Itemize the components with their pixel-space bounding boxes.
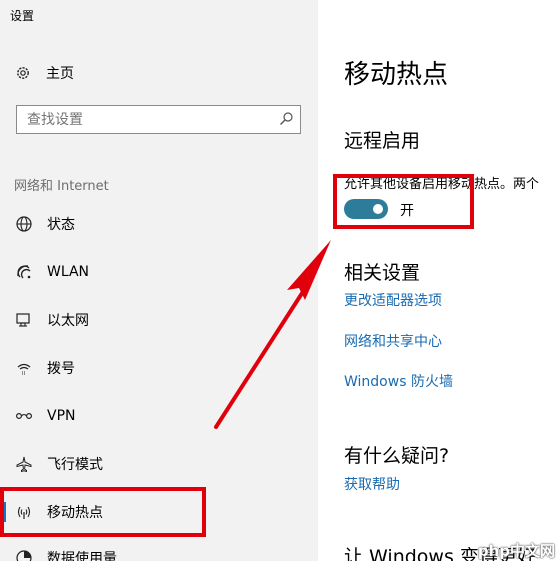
search-icon[interactable] xyxy=(278,111,294,127)
vpn-icon xyxy=(14,406,34,426)
sidebar-item-data-usage[interactable]: 数据使用量 xyxy=(0,538,318,561)
sidebar-item-airplane-mode[interactable]: 飞行模式 xyxy=(0,444,318,484)
windows-firewall-link[interactable]: Windows 防火墙 xyxy=(344,371,453,391)
sidebar-item-status[interactable]: 状态 xyxy=(0,204,318,244)
search-input[interactable] xyxy=(17,106,277,133)
sidebar: 设置 主页 网络和 Internet xyxy=(0,0,318,561)
questions-heading: 有什么疑问? xyxy=(344,445,450,467)
gear-icon xyxy=(14,64,32,82)
get-help-link[interactable]: 获取帮助 xyxy=(344,474,400,494)
network-sharing-center-link[interactable]: 网络和共享中心 xyxy=(344,331,442,351)
data-usage-icon xyxy=(14,548,34,561)
globe-icon xyxy=(14,214,34,234)
related-settings-heading: 相关设置 xyxy=(344,262,421,284)
sidebar-item-ethernet[interactable]: 以太网 xyxy=(0,300,318,340)
dialup-icon xyxy=(14,358,34,378)
sidebar-item-label: 飞行模式 xyxy=(47,457,103,473)
sidebar-item-label: WLAN xyxy=(47,264,90,280)
sidebar-item-label: 状态 xyxy=(47,217,75,233)
sidebar-item-dialup[interactable]: 拨号 xyxy=(0,348,318,388)
wifi-icon xyxy=(14,262,34,282)
section-label: 网络和 Internet xyxy=(14,179,109,194)
airplane-icon xyxy=(14,454,34,474)
active-indicator xyxy=(3,502,6,522)
toggle-state-label: 开 xyxy=(400,203,414,219)
remote-heading: 远程启用 xyxy=(344,130,421,152)
sidebar-item-label: 数据使用量 xyxy=(47,551,117,561)
change-adapter-options-link[interactable]: 更改适配器选项 xyxy=(344,290,442,310)
remote-enable-toggle[interactable] xyxy=(344,199,388,219)
sidebar-item-label: 以太网 xyxy=(47,313,89,329)
window-title: 设置 xyxy=(10,9,35,23)
remote-description: 允许其他设备启用移动热点。两个 xyxy=(344,177,540,192)
sidebar-item-label: 移动热点 xyxy=(47,505,103,521)
sidebar-item-wlan[interactable]: WLAN xyxy=(0,252,318,292)
sidebar-item-vpn[interactable]: VPN xyxy=(0,396,318,436)
home-nav-item[interactable]: 主页 xyxy=(14,62,74,84)
sidebar-item-mobile-hotspot[interactable]: 移动热点 xyxy=(0,492,318,532)
ethernet-icon xyxy=(14,310,34,330)
hotspot-icon xyxy=(14,502,34,522)
sidebar-item-label: 拨号 xyxy=(47,361,75,377)
search-box[interactable] xyxy=(16,105,301,134)
watermark-logo: php中文网 xyxy=(477,542,555,560)
home-label: 主页 xyxy=(46,66,74,82)
sidebar-item-label: VPN xyxy=(47,408,76,424)
settings-window: 设置 主页 网络和 Internet xyxy=(0,0,559,561)
main-content: 移动热点 远程启用 允许其他设备启用移动热点。两个 开 相关设置 更改适配器选项… xyxy=(318,0,559,561)
toggle-knob xyxy=(373,204,383,214)
page-title: 移动热点 xyxy=(344,60,449,90)
